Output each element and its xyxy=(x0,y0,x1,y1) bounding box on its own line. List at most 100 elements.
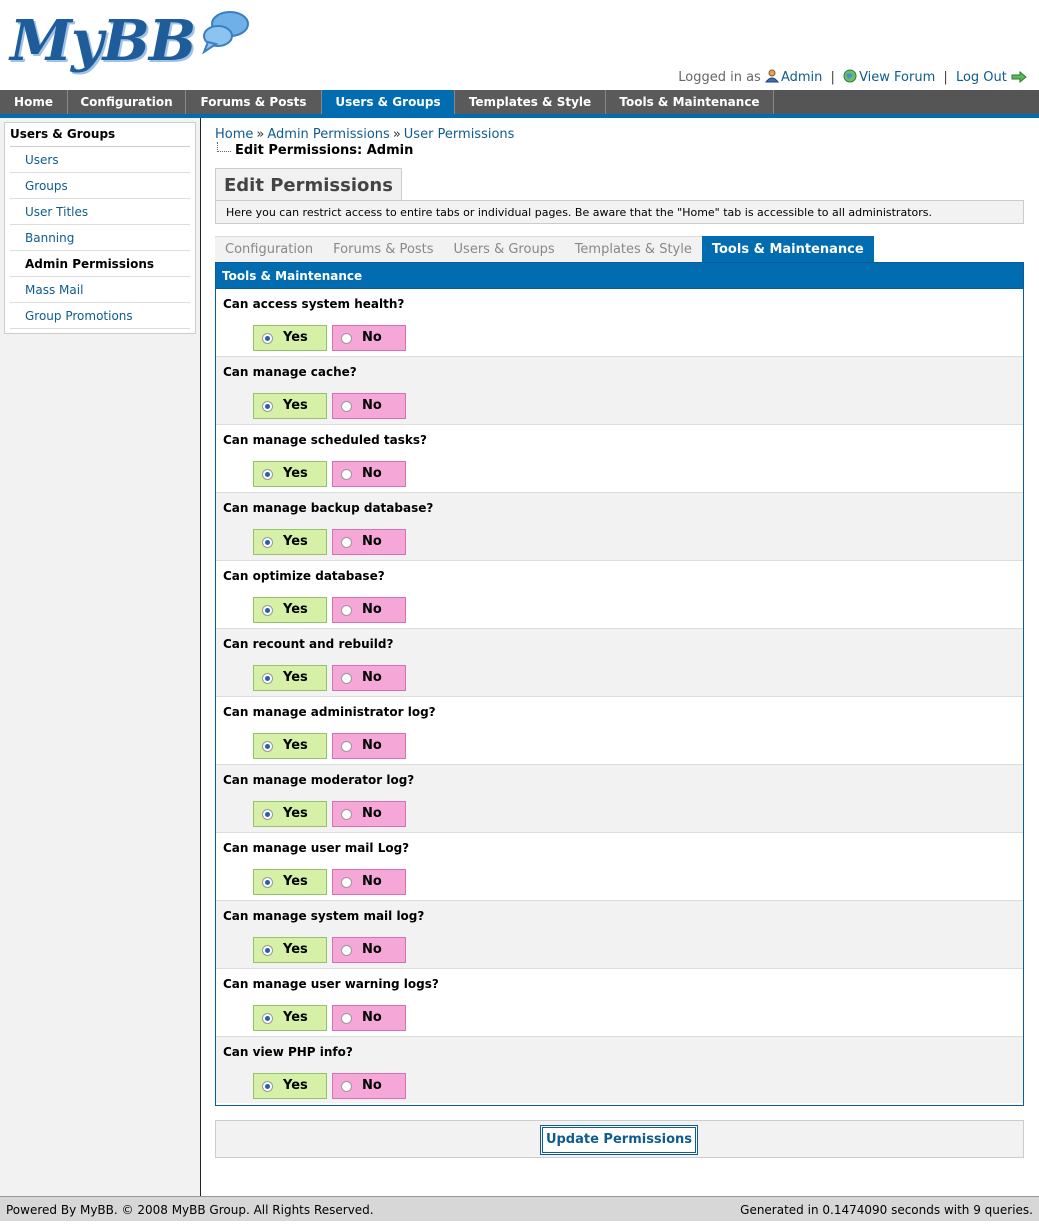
no-radio-option[interactable]: No xyxy=(332,665,406,691)
radio-button-icon[interactable] xyxy=(262,945,273,956)
no-radio-option[interactable]: No xyxy=(332,1005,406,1031)
sidebar-nav-box: Users & Groups Users Groups User Titles … xyxy=(4,122,196,334)
tab-tools-maintenance[interactable]: Tools & Maintenance xyxy=(701,236,874,262)
view-forum-link[interactable]: View Forum xyxy=(859,70,935,85)
permission-tabs: Configuration Forums & Posts Users & Gro… xyxy=(215,236,874,262)
sidebar-item-users[interactable]: Users xyxy=(10,147,190,173)
no-radio-option[interactable]: No xyxy=(332,325,406,351)
yes-label: Yes xyxy=(283,602,308,617)
radio-button-icon[interactable] xyxy=(262,1013,273,1024)
sidebar-item-banning[interactable]: Banning xyxy=(10,225,190,251)
current-page-label: Edit Permissions: Admin xyxy=(235,143,414,158)
breadcrumb-separator: » xyxy=(392,127,401,142)
sidebar-item-mass-mail[interactable]: Mass Mail xyxy=(10,277,190,303)
update-permissions-button[interactable]: Update Permissions xyxy=(540,1125,698,1155)
sidebar-title: Users & Groups xyxy=(10,127,116,141)
radio-button-icon[interactable] xyxy=(341,945,352,956)
radio-button-icon[interactable] xyxy=(341,1013,352,1024)
yes-radio-option[interactable]: Yes xyxy=(253,461,327,487)
radio-button-icon[interactable] xyxy=(262,537,273,548)
logo-text: MyBB xyxy=(10,8,196,74)
sidebar-item-groups[interactable]: Groups xyxy=(10,173,190,199)
yes-radio-option[interactable]: Yes xyxy=(253,1073,327,1099)
logout-link[interactable]: Log Out xyxy=(956,70,1007,85)
no-radio-option[interactable]: No xyxy=(332,529,406,555)
menu-item-users-groups[interactable]: Users & Groups xyxy=(322,90,455,114)
radio-button-icon[interactable] xyxy=(262,1081,273,1092)
no-label: No xyxy=(362,806,382,821)
radio-button-icon[interactable] xyxy=(341,401,352,412)
sidebar-item-admin-permissions[interactable]: Admin Permissions xyxy=(10,251,190,277)
yes-label: Yes xyxy=(283,466,308,481)
yes-radio-option[interactable]: Yes xyxy=(253,1005,327,1031)
breadcrumb-admin-permissions[interactable]: Admin Permissions xyxy=(267,127,389,142)
no-label: No xyxy=(362,942,382,957)
mybb-logo[interactable]: MyBB xyxy=(8,4,249,80)
permission-question: Can manage user warning logs? xyxy=(223,977,439,991)
radio-button-icon[interactable] xyxy=(341,1081,352,1092)
tab-forums-posts[interactable]: Forums & Posts xyxy=(323,236,444,262)
table-header: Tools & Maintenance xyxy=(216,263,1023,289)
yes-radio-option[interactable]: Yes xyxy=(253,597,327,623)
radio-button-icon[interactable] xyxy=(341,469,352,480)
no-radio-option[interactable]: No xyxy=(332,869,406,895)
menu-item-tools-maintenance[interactable]: Tools & Maintenance xyxy=(606,90,774,114)
radio-button-icon[interactable] xyxy=(262,401,273,412)
no-radio-option[interactable]: No xyxy=(332,1073,406,1099)
radio-button-icon[interactable] xyxy=(341,537,352,548)
yes-radio-option[interactable]: Yes xyxy=(253,529,327,555)
radio-button-icon[interactable] xyxy=(341,605,352,616)
no-radio-option[interactable]: No xyxy=(332,461,406,487)
yes-radio-option[interactable]: Yes xyxy=(253,937,327,963)
radio-button-icon[interactable] xyxy=(341,333,352,344)
table-row: Can view PHP info? Yes No xyxy=(216,1037,1023,1103)
tab-configuration[interactable]: Configuration xyxy=(215,236,324,262)
yes-label: Yes xyxy=(283,534,308,549)
radio-button-icon[interactable] xyxy=(262,741,273,752)
speech-bubble-icon xyxy=(202,11,249,54)
tab-users-groups[interactable]: Users & Groups xyxy=(443,236,565,262)
radio-button-icon[interactable] xyxy=(341,877,352,888)
tab-templates-style[interactable]: Templates & Style xyxy=(564,236,702,262)
yes-radio-option[interactable]: Yes xyxy=(253,325,327,351)
no-radio-option[interactable]: No xyxy=(332,801,406,827)
radio-button-icon[interactable] xyxy=(341,741,352,752)
yes-label: Yes xyxy=(283,670,308,685)
admin-user-link[interactable]: Admin xyxy=(781,70,822,85)
menu-item-templates-style[interactable]: Templates & Style xyxy=(455,90,606,114)
no-radio-option[interactable]: No xyxy=(332,393,406,419)
radio-button-icon[interactable] xyxy=(341,673,352,684)
no-radio-option[interactable]: No xyxy=(332,597,406,623)
breadcrumb-user-permissions[interactable]: User Permissions xyxy=(404,127,515,142)
radio-button-icon[interactable] xyxy=(262,673,273,684)
radio-button-icon[interactable] xyxy=(262,605,273,616)
menu-item-configuration[interactable]: Configuration xyxy=(68,90,186,114)
yes-radio-option[interactable]: Yes xyxy=(253,801,327,827)
yes-radio-option[interactable]: Yes xyxy=(253,393,327,419)
no-label: No xyxy=(362,602,382,617)
yes-radio-option[interactable]: Yes xyxy=(253,733,327,759)
permission-rows: Can access system health? Yes No Can manage… xyxy=(216,289,1023,1103)
menu-item-forums-posts[interactable]: Forums & Posts xyxy=(186,90,322,114)
yes-radio-option[interactable]: Yes xyxy=(253,665,327,691)
no-radio-option[interactable]: No xyxy=(332,937,406,963)
menu-item-home[interactable]: Home xyxy=(0,90,68,114)
form-actions: Update Permissions xyxy=(215,1120,1024,1158)
footer: Powered By MyBB. © 2008 MyBB Group. All … xyxy=(0,1196,1039,1221)
radio-button-icon[interactable] xyxy=(262,469,273,480)
radio-button-icon[interactable] xyxy=(262,809,273,820)
sidebar-item-group-promotions[interactable]: Group Promotions xyxy=(10,303,190,329)
permission-question: Can manage administrator log? xyxy=(223,705,436,719)
sidebar-item-user-titles[interactable]: User Titles xyxy=(10,199,190,225)
page-title: Edit Permissions xyxy=(215,168,402,202)
radio-button-icon[interactable] xyxy=(341,809,352,820)
yes-radio-option[interactable]: Yes xyxy=(253,869,327,895)
no-radio-option[interactable]: No xyxy=(332,733,406,759)
breadcrumb-home[interactable]: Home xyxy=(215,127,253,142)
sidebar: Users & Groups Users Groups User Titles … xyxy=(0,118,201,1196)
permission-question: Can manage user mail Log? xyxy=(223,841,410,855)
radio-button-icon[interactable] xyxy=(262,877,273,888)
permission-question: Can manage moderator log? xyxy=(223,773,415,787)
radio-button-icon[interactable] xyxy=(262,333,273,344)
no-label: No xyxy=(362,398,382,413)
